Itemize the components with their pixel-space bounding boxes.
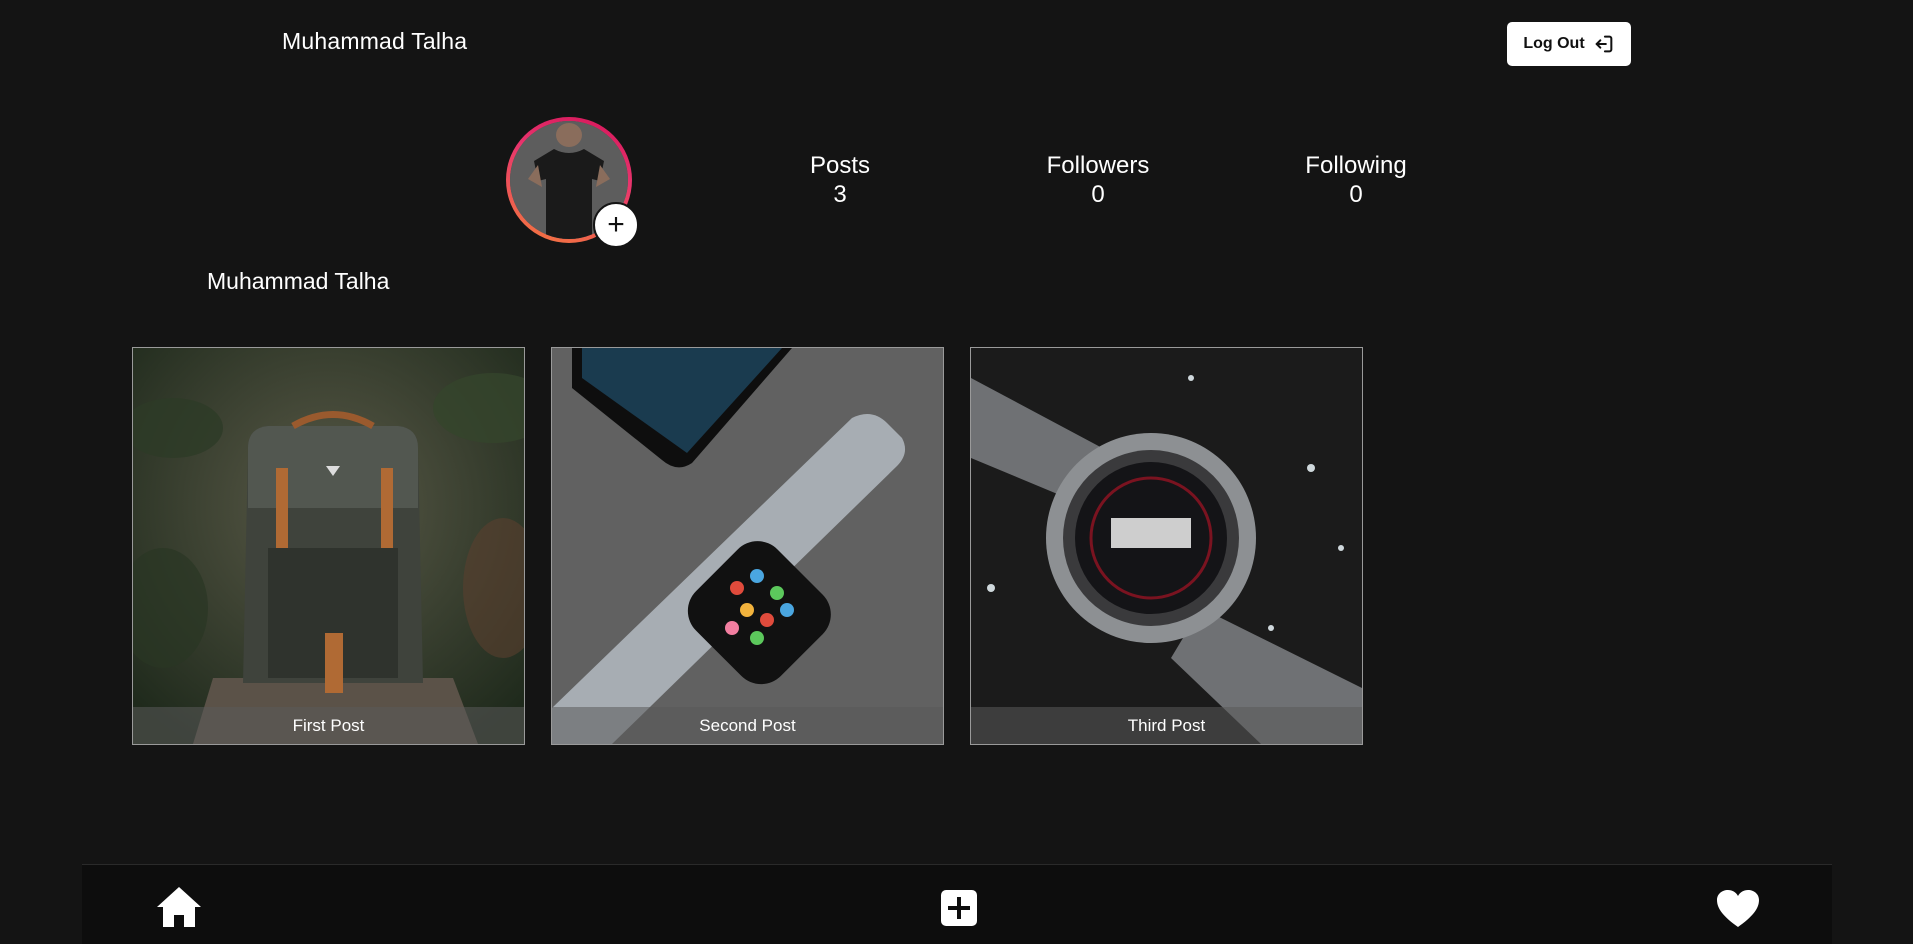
post-caption: Second Post	[552, 707, 943, 744]
stat-value: 0	[1091, 181, 1105, 208]
stat-value: 0	[1349, 181, 1363, 208]
smartwatch-photo	[971, 348, 1362, 744]
post-card[interactable]: First Post	[132, 347, 525, 745]
profile-page: Muhammad Talha Log Out + Posts 3 Followe…	[0, 0, 1913, 944]
post-caption: Third Post	[971, 707, 1362, 744]
post-caption: First Post	[133, 707, 524, 744]
heart-icon[interactable]	[1716, 889, 1760, 934]
header-username: Muhammad Talha	[282, 28, 468, 54]
stat-followers[interactable]: Followers 0	[1047, 152, 1150, 210]
stat-label: Posts	[809, 152, 871, 179]
add-square-icon[interactable]	[940, 889, 978, 932]
logout-label: Log Out	[1523, 35, 1585, 52]
bottom-nav	[82, 864, 1832, 944]
stat-value: 3	[833, 181, 847, 208]
home-icon[interactable]	[155, 885, 203, 934]
add-profile-photo-button[interactable]: +	[593, 202, 639, 248]
post-card[interactable]: Second Post	[551, 347, 944, 745]
stat-label: Following	[1305, 152, 1407, 179]
stat-label: Followers	[1046, 152, 1150, 179]
stat-posts: Posts 3	[810, 152, 870, 210]
logout-icon	[1595, 35, 1612, 53]
post-card[interactable]: Third Post	[970, 347, 1363, 745]
profile-display-name: Muhammad Talha	[207, 268, 390, 294]
backpack-photo	[133, 348, 524, 744]
apple-watch-photo	[552, 348, 943, 744]
stat-following[interactable]: Following 0	[1305, 152, 1406, 210]
logout-button[interactable]: Log Out	[1507, 22, 1631, 66]
